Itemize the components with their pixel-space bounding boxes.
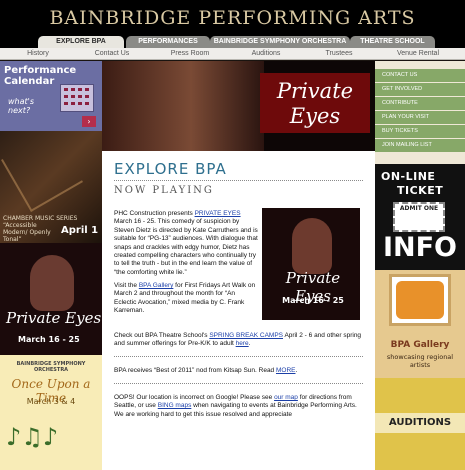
subnav-venue-rental[interactable]: Venue Rental [383, 48, 453, 60]
subnav-auditions[interactable]: Auditions [238, 48, 294, 60]
private-eyes-thumbnail[interactable]: Private Eyes March 16 - 25 [262, 208, 360, 320]
nav-contact-us[interactable]: CONTACT US [375, 69, 465, 82]
here-link[interactable]: here [236, 340, 249, 347]
ticket-line1: ON-LINE [381, 170, 436, 183]
chamber-date: April 1 [61, 225, 99, 236]
nav-contribute[interactable]: CONTRIBUTE [375, 97, 465, 110]
spring-break-camps-link[interactable]: SPRING BREAK CAMPS [209, 332, 283, 339]
p4-text-a: BPA receives “Best of 2011” nod from Kit… [114, 367, 276, 374]
subnav-contact-us[interactable]: Contact Us [84, 48, 140, 60]
bso-org-label: BAINBRIDGE SYMPHONY ORCHESTRA [16, 361, 86, 373]
bso-date: March 3 & 4 [26, 397, 76, 406]
ticket-icon: ADMIT ONE [393, 202, 445, 232]
hero-banner[interactable]: Private Eyes [102, 61, 375, 151]
site-title[interactable]: BAINBRIDGE PERFORMING ARTS [0, 7, 465, 29]
gallery-title: BPA Gallery [390, 340, 450, 350]
ticket-info: INFO [382, 232, 458, 263]
subnav-press-room[interactable]: Press Room [160, 48, 220, 60]
gallery-subtitle: showcasing regional artists [386, 353, 454, 369]
left-promo-column: Performance Calendar what's next? › CHAM… [0, 61, 102, 470]
p2-text-a: Visit the [114, 282, 139, 289]
auditions-label: AUDITIONS [388, 417, 452, 428]
bpa-gallery-promo[interactable]: BPA Gallery showcasing regional artists [375, 270, 465, 378]
nav-plan-your-visit[interactable]: PLAN YOUR VISIT [375, 111, 465, 124]
main-content: EXPLORE BPA NOW PLAYING PHC Construction… [102, 151, 375, 470]
nav-join-mailing-list[interactable]: JOIN MAILING LIST [375, 139, 465, 152]
chamber-music-promo[interactable]: CHAMBER MUSIC SERIES “Accessible Modern/… [0, 130, 102, 243]
calendar-title-line1: Performance [4, 65, 77, 76]
our-map-link[interactable]: our map [274, 394, 298, 401]
p3-text-c: . [248, 340, 251, 348]
banner-photo [102, 61, 264, 151]
chamber-subtitle: “Accessible Modern/ Openly Tonal” [3, 222, 51, 243]
banner-title: Private Eyes [260, 73, 370, 133]
site-header: BAINBRIDGE PERFORMING ARTS [0, 0, 465, 36]
tab-symphony-orchestra[interactable]: BAINBRIDGE SYMPHONY ORCHESTRA [210, 36, 350, 48]
nav-get-involved[interactable]: GET INVOLVED [375, 83, 465, 96]
auditions-promo[interactable]: AUDITIONS [375, 378, 465, 470]
divider [114, 180, 363, 181]
subnav-history[interactable]: History [12, 48, 64, 60]
gallery-artwork [396, 281, 444, 319]
couple-image [292, 218, 332, 274]
main-tabs: EXPLORE BPA PERFORMANCES BAINBRIDGE SYMP… [0, 36, 465, 48]
tab-theatre-school[interactable]: THEATRE SCHOOL [350, 36, 435, 48]
performance-calendar-promo[interactable]: Performance Calendar what's next? › [0, 61, 102, 131]
gallery-frame-image [389, 274, 451, 326]
symphony-promo[interactable]: BAINBRIDGE SYMPHONY ORCHESTRA Once Upon … [0, 355, 102, 470]
p1-text-b: March 16 - 25. This comedy of suspicion … [114, 218, 258, 276]
couple-image [30, 255, 74, 311]
paragraph-spring-camps: Check out BPA Theatre School's SPRING BR… [114, 332, 363, 349]
nav-buy-tickets[interactable]: BUY TICKETS [375, 125, 465, 138]
online-ticket-promo[interactable]: ON-LINE TICKET ADMIT ONE INFO [375, 164, 465, 270]
right-nav: CONTACT US GET INVOLVED CONTRIBUTE PLAN … [375, 69, 465, 153]
private-eyes-left-title: Private Eyes [6, 309, 102, 327]
p1-text-a: PHC Construction presents [114, 210, 195, 217]
more-link[interactable]: MORE [276, 367, 296, 374]
divider [114, 356, 363, 357]
right-column: CONTACT US GET INVOLVED CONTRIBUTE PLAN … [375, 61, 465, 470]
calendar-sub-line2: next? [8, 106, 31, 115]
paragraph-private-eyes: PHC Construction presents PRIVATE EYES M… [114, 210, 258, 277]
music-notes-icon: ♪♫♪ [6, 423, 59, 451]
banner-title-line1: Private [276, 79, 354, 103]
subnav-trustees[interactable]: Trustees [314, 48, 364, 60]
tab-explore-bpa[interactable]: EXPLORE BPA [38, 36, 124, 48]
paragraph-location-notice: OOPS! Our location is incorrect on Googl… [114, 394, 363, 419]
chamber-series-label: CHAMBER MUSIC SERIES [3, 215, 78, 222]
sub-nav: History Contact Us Press Room Auditions … [0, 48, 465, 60]
section-heading: NOW PLAYING [114, 185, 214, 196]
bing-maps-link[interactable]: BING maps [158, 402, 192, 409]
paragraph-gallery: Visit the BPA Gallery for First Fridays … [114, 282, 258, 316]
private-eyes-left-dates: March 16 - 25 [18, 335, 80, 344]
p3-text-a: Check out BPA Theatre School's [114, 332, 210, 339]
divider [114, 383, 363, 384]
calendar-sub-line1: what's [8, 97, 35, 106]
banner-title-line2: Eyes [289, 104, 341, 128]
tab-performances[interactable]: PERFORMANCES [126, 36, 210, 48]
thumb-dates: March 16 - 25 [282, 296, 344, 305]
private-eyes-left-promo[interactable]: Private Eyes March 16 - 25 [0, 243, 102, 355]
p5-text-a: OOPS! Our location is incorrect on Googl… [114, 394, 275, 401]
bpa-gallery-link[interactable]: BPA Gallery [139, 282, 174, 289]
calendar-icon [60, 84, 94, 112]
calendar-title-line2: Calendar [4, 76, 55, 87]
calendar-promo-sub: what's next? [8, 97, 34, 115]
p4-text-b: . [295, 367, 298, 374]
ticket-line2: TICKET [397, 184, 444, 197]
cello-image [1, 130, 83, 212]
private-eyes-link[interactable]: PRIVATE EYES [195, 210, 241, 217]
arrow-right-icon[interactable]: › [82, 116, 96, 127]
paragraph-best-of: BPA receives “Best of 2011” nod from Kit… [114, 367, 363, 375]
page-title: EXPLORE BPA [114, 160, 227, 178]
